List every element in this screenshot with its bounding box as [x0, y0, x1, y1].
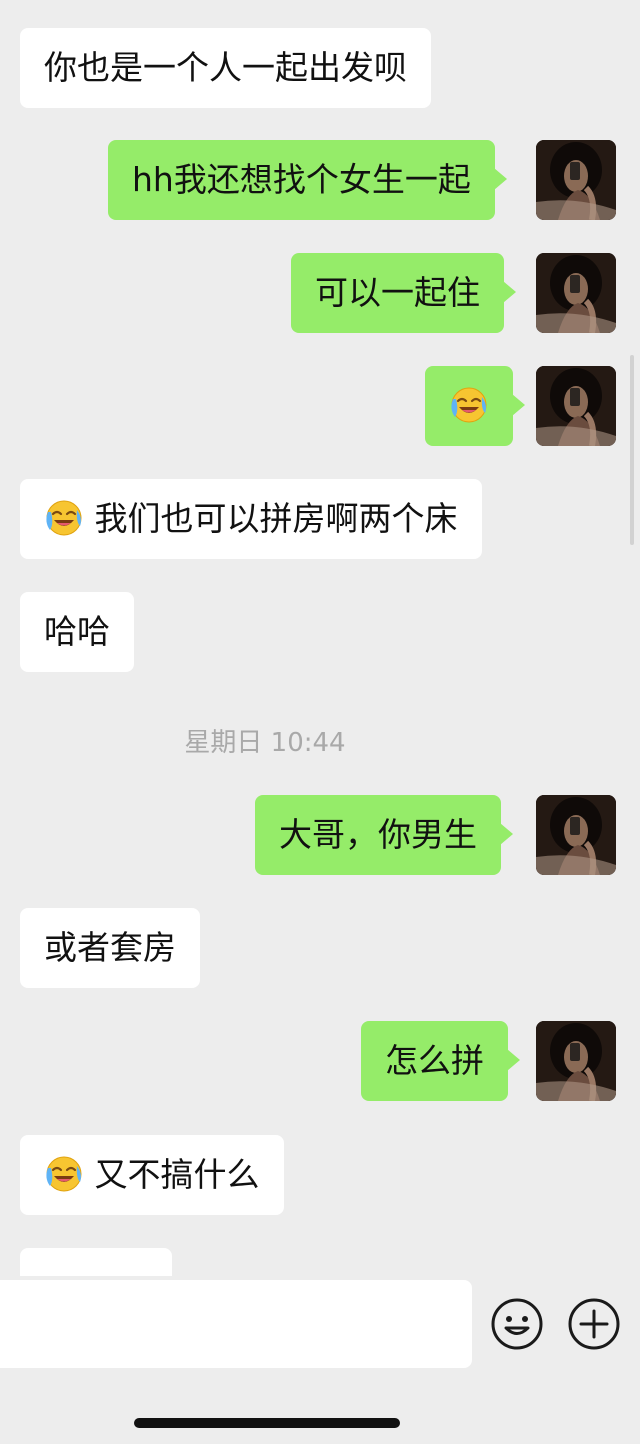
input-bar: [0, 1276, 640, 1444]
avatar[interactable]: [536, 795, 616, 875]
avatar-photo: [536, 253, 616, 333]
message-text: 或者套房: [44, 928, 176, 967]
plus-circle-icon: [568, 1298, 620, 1350]
message-bubble-outgoing[interactable]: 怎么拼: [361, 1021, 520, 1101]
message-bubble-outgoing[interactable]: 大哥，你男生: [255, 795, 513, 875]
avatar[interactable]: [536, 140, 616, 220]
avatar-photo: [536, 1021, 616, 1101]
avatar[interactable]: [536, 366, 616, 446]
message-bubble-incoming[interactable]: 或者套房: [20, 908, 200, 988]
avatar[interactable]: [536, 253, 616, 333]
crying-laughing-emoji-icon: [44, 1154, 84, 1194]
message-input[interactable]: [0, 1280, 472, 1368]
chat-area[interactable]: 你也是一个人一起出发呗 hh我还想找个女生一起 可以一起住 我们也可以拼房啊两个…: [0, 0, 640, 1276]
message-bubble-outgoing[interactable]: 可以一起住: [291, 253, 516, 333]
message-text: hh我还想找个女生一起: [132, 160, 471, 199]
home-indicator[interactable]: [134, 1418, 400, 1428]
smiley-face-icon: [491, 1298, 543, 1350]
message-bubble-outgoing[interactable]: [425, 366, 525, 446]
message-text: 哈哈: [44, 612, 110, 651]
message-text: 怎么拼: [385, 1041, 484, 1080]
avatar[interactable]: [536, 1021, 616, 1101]
message-text: 你也是一个人一起出发呗: [44, 48, 407, 87]
message-bubble-incoming-partial: [20, 1248, 172, 1276]
message-text: 大哥，你男生: [279, 815, 477, 854]
message-text: 我们也可以拼房啊两个床: [94, 499, 458, 538]
message-timestamp: 星期日 10:44: [184, 728, 346, 758]
crying-laughing-emoji-icon: [449, 385, 489, 425]
crying-laughing-emoji-icon: [44, 498, 84, 538]
message-bubble-incoming[interactable]: 你也是一个人一起出发呗: [20, 28, 431, 108]
message-bubble-outgoing[interactable]: hh我还想找个女生一起: [108, 140, 507, 220]
avatar-photo: [536, 366, 616, 446]
message-text: 又不搞什么: [94, 1155, 260, 1194]
avatar-photo: [536, 140, 616, 220]
message-bubble-incoming[interactable]: 我们也可以拼房啊两个床: [20, 479, 482, 559]
scrollbar[interactable]: [630, 355, 634, 545]
message-text: 可以一起住: [315, 273, 480, 312]
message-bubble-incoming[interactable]: 又不搞什么: [20, 1135, 284, 1215]
message-bubble-incoming[interactable]: 哈哈: [20, 592, 134, 672]
avatar-photo: [536, 795, 616, 875]
more-button[interactable]: [567, 1297, 621, 1351]
emoji-button[interactable]: [490, 1297, 544, 1351]
